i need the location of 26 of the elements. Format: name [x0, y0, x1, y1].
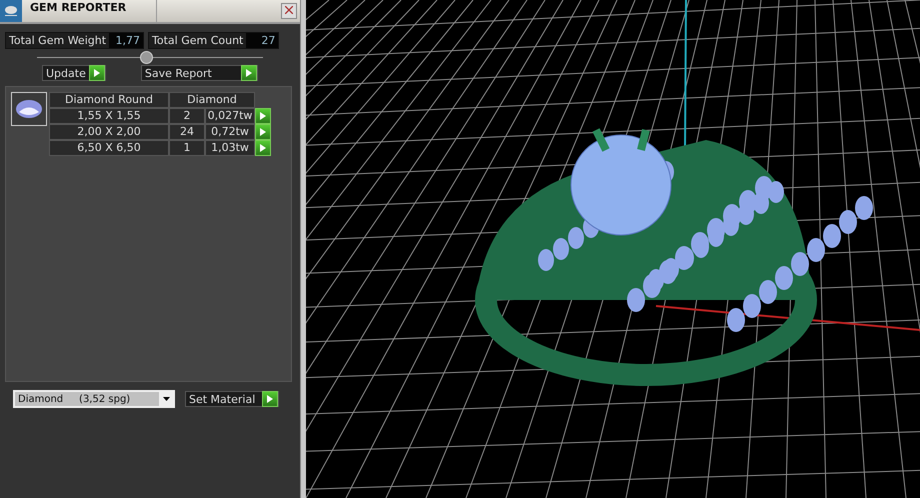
- table-cell: 24: [169, 124, 205, 140]
- stat-label: Total Gem Count: [149, 33, 246, 48]
- material-dropdown[interactable]: Diamond (3,52 spg): [13, 390, 175, 408]
- table-cell: 1,03tw: [205, 140, 255, 156]
- update-button[interactable]: Update: [42, 65, 106, 81]
- play-icon[interactable]: [88, 65, 105, 81]
- table-cell: 1,55 X 1,55: [49, 108, 169, 124]
- table-cell: 0,027tw: [205, 108, 255, 124]
- table-cell: 0,72tw: [205, 124, 255, 140]
- column-header: Diamond Round: [49, 92, 169, 108]
- window-title: GEM REPORTER: [22, 0, 157, 22]
- save-report-button[interactable]: Save Report: [140, 65, 258, 81]
- stat-label: Total Gem Weight: [6, 33, 110, 48]
- table-cell: 2: [169, 108, 205, 124]
- stat-value: 1,77: [109, 33, 144, 48]
- column-header: Diamond: [169, 92, 255, 108]
- table-cell: 2,00 X 2,00: [49, 124, 169, 140]
- set-material-button[interactable]: Set Material: [185, 391, 279, 407]
- stat-value: 27: [246, 33, 278, 48]
- table-cell: 6,50 X 6,50: [49, 140, 169, 156]
- close-icon[interactable]: [285, 6, 293, 14]
- app-icon: [0, 0, 22, 22]
- gem-thumbnail: [11, 92, 47, 126]
- close-button[interactable]: [281, 3, 297, 19]
- table-cell: 1: [169, 140, 205, 156]
- panel-splitter[interactable]: [37, 51, 263, 63]
